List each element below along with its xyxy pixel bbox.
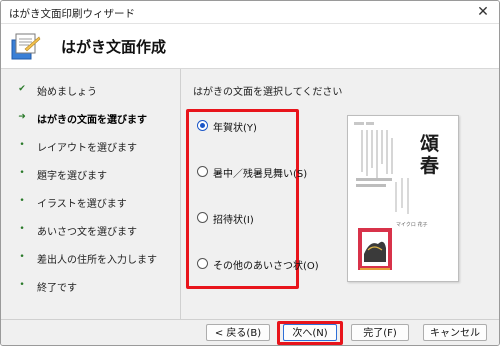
wizard-header: はがき文面作成 [1, 24, 499, 69]
preview-title-glyph-2: 春 [420, 154, 439, 177]
step-label: はがきの文面を選びます [37, 115, 147, 126]
step-label: 始めましょう [37, 87, 97, 98]
wizard-steps: ✔ 始めましょう ➜ はがきの文面を選びます • レイアウトを選びます • 題字… [1, 69, 181, 319]
step-finish: • 終了です [1, 275, 180, 297]
window-title: はがき文面印刷ウィザード [9, 8, 135, 20]
step-greeting: • あいさつ文を選びます [1, 219, 180, 241]
close-icon[interactable]: ✕ [473, 3, 493, 21]
step-label: あいさつ文を選びます [37, 227, 137, 238]
arrow-right-icon: ➜ [18, 112, 26, 122]
radio-button[interactable] [197, 212, 208, 223]
step-layout: • レイアウトを選びます [1, 135, 180, 157]
wizard-window: はがき文面印刷ウィザード ✕ はがき文面作成 ✔ 始めましょう ➜ はがきの文面… [0, 0, 500, 346]
bullet-icon: • [19, 168, 25, 178]
finish-button[interactable]: 完了(F) [351, 324, 409, 341]
step-choose-layout-type: ➜ はがきの文面を選びます [1, 107, 180, 129]
bullet-icon: • [19, 224, 25, 234]
step-label: 終了です [37, 283, 77, 294]
radio-button[interactable] [197, 166, 208, 177]
preview-title-glyph-1: 頌 [419, 133, 439, 155]
step-title-text: • 題字を選びます [1, 163, 180, 185]
step-start: ✔ 始めましょう [1, 79, 180, 101]
step-illustration: • イラストを選びます [1, 191, 180, 213]
cancel-button[interactable]: キャンセル [423, 324, 487, 341]
preview-sender: マイクロ 花子 [396, 221, 428, 228]
postcard-preview: 頌 春 マイクロ 花子 [347, 115, 459, 282]
step-label: イラストを選びます [37, 199, 127, 210]
wizard-footer: < 戻る(B) 次へ(N) > 完了(F) キャンセル [1, 319, 499, 345]
instruction-text: はがきの文面を選択してください [193, 87, 343, 98]
postcard-preview-image: 頌 春 マイクロ 花子 [354, 122, 439, 270]
card-type-highlight: 年賀状(Y) 暑中／残暑見舞い(S) 招待状(I) その他のあいさつ状(O) [186, 109, 319, 289]
option-label: その他のあいさつ状(O) [213, 261, 319, 272]
title-bar[interactable]: はがき文面印刷ウィザード ✕ [1, 1, 499, 24]
step-label: 差出人の住所を入力します [37, 255, 157, 266]
bullet-icon: • [19, 280, 25, 290]
main-panel: はがきの文面を選択してください 年賀状(Y) 暑中／残暑見舞い(S) 招待状(I… [181, 69, 499, 319]
check-icon: ✔ [18, 84, 26, 94]
bullet-icon: • [19, 140, 25, 150]
option-label: 暑中／残暑見舞い(S) [213, 169, 308, 180]
back-button[interactable]: < 戻る(B) [206, 324, 270, 341]
bullet-icon: • [19, 196, 25, 206]
radio-button[interactable] [197, 258, 208, 269]
step-label: 題字を選びます [37, 171, 107, 182]
option-label: 招待状(I) [213, 215, 254, 226]
step-sender-address: • 差出人の住所を入力します [1, 247, 180, 269]
option-label: 年賀状(Y) [213, 123, 257, 134]
wizard-icon [11, 33, 41, 60]
next-button[interactable]: 次へ(N) > [283, 324, 337, 345]
radio-button[interactable] [197, 120, 208, 131]
step-label: レイアウトを選びます [37, 143, 137, 154]
bullet-icon: • [19, 252, 25, 262]
page-title: はがき文面作成 [61, 38, 167, 56]
